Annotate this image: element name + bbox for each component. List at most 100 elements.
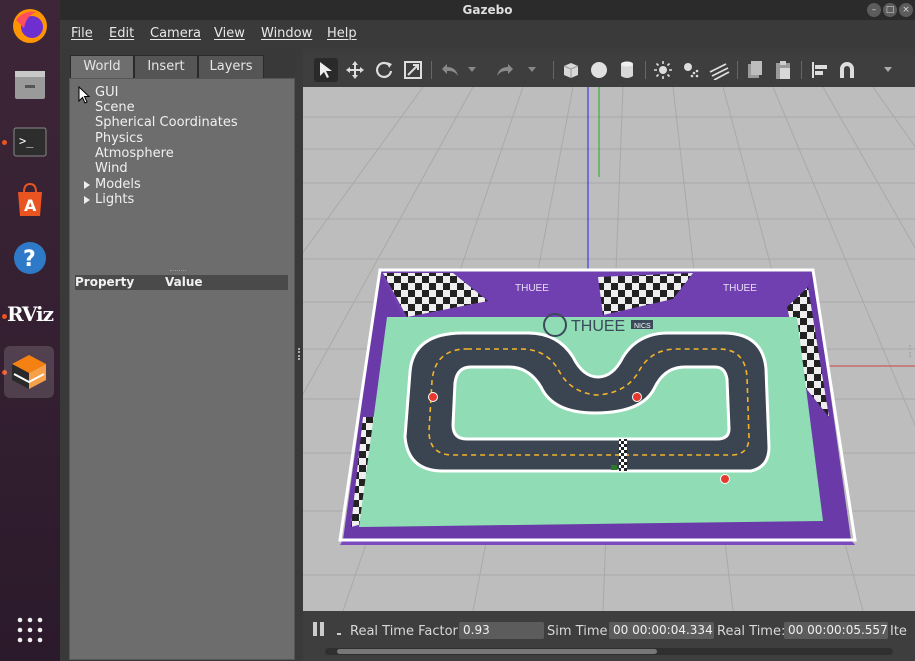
chevron-down-icon (468, 67, 476, 72)
point-light-button[interactable] (651, 58, 675, 82)
directional-light-button[interactable] (707, 58, 731, 82)
menu-file[interactable]: File (71, 26, 93, 41)
snap-icon (840, 62, 854, 78)
mouse-cursor-icon (78, 86, 90, 104)
sphere-icon (591, 62, 607, 78)
close-button[interactable]: × (899, 3, 913, 17)
tree-item-lights[interactable]: Lights (95, 192, 134, 207)
paste-button[interactable] (771, 58, 795, 82)
svg-text:>_: >_ (19, 134, 34, 148)
paste-icon (776, 61, 790, 79)
translate-icon (346, 61, 364, 79)
toolbar-overflow-button[interactable] (881, 58, 895, 82)
tab-layers[interactable]: Layers (198, 55, 264, 78)
software-store-icon: A (18, 182, 42, 216)
step-indicator[interactable] (337, 633, 341, 635)
tree-item-gui[interactable]: GUI (95, 85, 118, 100)
brand-sub-text: NICS (634, 323, 651, 330)
maximize-button[interactable]: □ (883, 3, 897, 17)
tree-item-spherical-coordinates[interactable]: Spherical Coordinates (95, 115, 238, 130)
tree-item-models[interactable]: Models (95, 177, 141, 192)
rotate-mode-button[interactable] (372, 58, 396, 82)
copy-icon (748, 61, 762, 78)
app-grid-button[interactable] (6, 606, 54, 654)
status-scrollbar[interactable] (325, 648, 893, 655)
svg-text:?: ? (23, 247, 36, 272)
gazebo-launcher[interactable] (4, 346, 54, 398)
scale-icon (404, 61, 422, 79)
window-titlebar[interactable]: Gazebo – □ × (60, 0, 915, 20)
terminal-icon: >_ (13, 127, 47, 157)
undo-icon (442, 64, 458, 76)
align-icon (812, 62, 827, 78)
menu-edit[interactable]: Edit (109, 26, 134, 41)
expand-models-icon[interactable] (84, 181, 90, 189)
align-button[interactable] (807, 58, 831, 82)
files-icon (15, 71, 45, 99)
rotate-icon (376, 61, 393, 78)
pause-button[interactable] (313, 622, 324, 636)
wall-brand-text: THUEE (515, 283, 549, 294)
scrollbar-thumb[interactable] (337, 649, 657, 654)
select-mode-button[interactable] (314, 58, 338, 82)
sim-time-label: Sim Time: (547, 624, 612, 639)
chevron-down-icon (884, 67, 892, 72)
tab-world[interactable]: World (70, 55, 134, 78)
tree-item-scene[interactable]: Scene (95, 100, 135, 115)
copy-button[interactable] (743, 58, 767, 82)
toolbar-separator (645, 61, 646, 79)
maximize-icon: □ (885, 5, 895, 15)
menu-view[interactable]: View (214, 26, 245, 41)
insert-sphere-button[interactable] (587, 58, 611, 82)
app-dock: >_ A ? RViz (0, 0, 60, 661)
software-store-launcher[interactable]: A (6, 176, 54, 224)
toolbar-separator (553, 61, 554, 79)
menu-window[interactable]: Window (261, 26, 312, 41)
right-splitter-grip-icon[interactable] (909, 345, 914, 357)
undo-button[interactable] (438, 58, 462, 82)
toolbar-separator (737, 61, 738, 79)
splitter-grip-icon (298, 348, 302, 360)
tree-item-wind[interactable]: Wind (95, 161, 128, 176)
firefox-icon (13, 9, 47, 43)
scale-mode-button[interactable] (401, 58, 425, 82)
spot-light-button[interactable] (679, 58, 703, 82)
redo-button[interactable] (493, 58, 517, 82)
insert-cylinder-button[interactable] (615, 58, 639, 82)
menu-help[interactable]: Help (327, 26, 357, 41)
chevron-down-icon (528, 67, 536, 72)
app-grid-icon (17, 617, 43, 643)
tree-item-atmosphere[interactable]: Atmosphere (95, 146, 174, 161)
wall-brand-text: THUEE (723, 283, 757, 294)
property-column-header: Property (75, 275, 135, 289)
spot-light-icon (684, 63, 699, 78)
help-launcher[interactable]: ? (6, 234, 54, 282)
menu-camera[interactable]: Camera (150, 26, 201, 41)
firefox-launcher[interactable] (6, 2, 54, 50)
rviz-launcher[interactable]: RViz (6, 290, 54, 338)
view-toolbar (303, 53, 915, 87)
panel-splitter[interactable] (295, 48, 303, 661)
status-bar: Real Time Factor: 0.93 Sim Time: 00 00:0… (303, 611, 915, 661)
splitter-handle[interactable] (170, 270, 186, 273)
3d-scene-view[interactable]: THUEE NICS THUEE THUEE (303, 86, 915, 612)
real-time-factor-value: 0.93 (459, 622, 544, 639)
expand-lights-icon[interactable] (84, 196, 90, 204)
undo-history-dropdown[interactable] (465, 58, 479, 82)
terminal-launcher[interactable]: >_ (6, 118, 54, 166)
box-icon (563, 63, 579, 78)
minimize-button[interactable]: – (867, 3, 881, 17)
snap-button[interactable] (835, 58, 859, 82)
files-launcher[interactable] (6, 60, 54, 108)
minimize-icon: – (871, 5, 877, 15)
insert-box-button[interactable] (559, 58, 583, 82)
translate-mode-button[interactable] (343, 58, 367, 82)
world-tree: GUI Scene Spherical Coordinates Physics … (69, 78, 295, 660)
tab-insert[interactable]: Insert (134, 55, 198, 78)
tree-item-physics[interactable]: Physics (95, 131, 143, 146)
render-view-container: THUEE NICS THUEE THUEE Real Time Factor:… (303, 53, 915, 661)
window-title: Gazebo (462, 3, 513, 17)
property-table-header: Property Value (75, 275, 288, 290)
redo-history-dropdown[interactable] (525, 58, 539, 82)
sim-time-value: 00 00:00:04.334 (609, 622, 714, 639)
